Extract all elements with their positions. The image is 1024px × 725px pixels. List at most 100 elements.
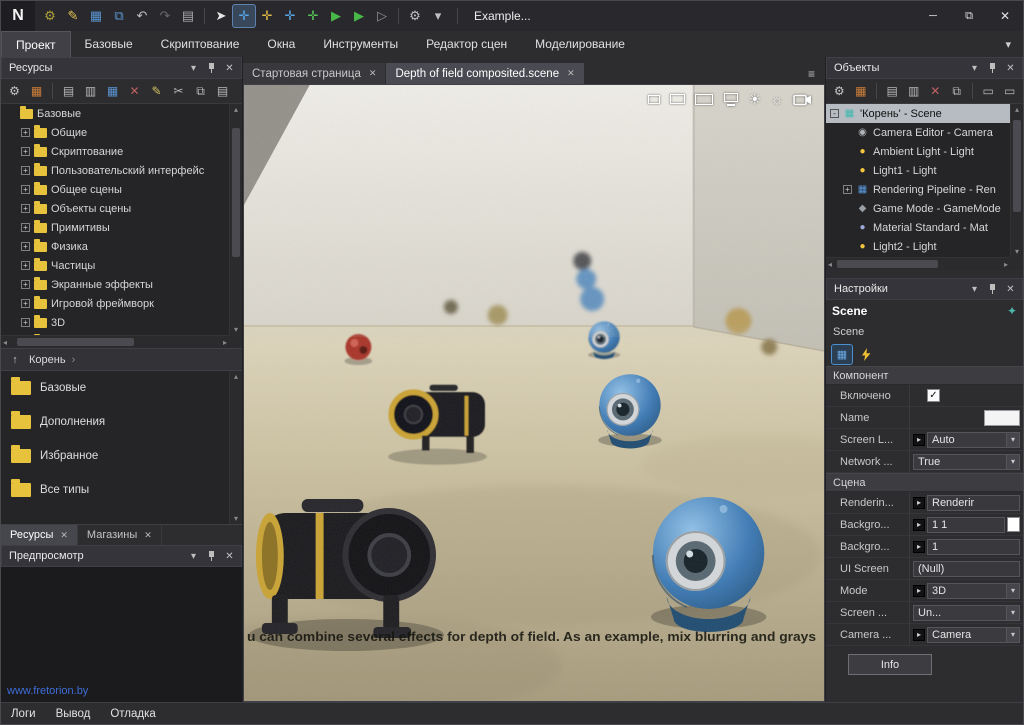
expander-icon[interactable]: + [21,166,30,175]
new-file-icon[interactable]: ▤ [58,81,79,102]
status-item-отладка[interactable]: Отладка [110,708,155,720]
paste-icon[interactable]: ▤ [212,81,233,102]
chevron-down-icon[interactable]: ▾ [186,549,201,564]
run-project-icon[interactable]: ▷ [371,5,393,27]
text-input[interactable]: 1 [927,539,1020,555]
dropdown[interactable]: Camera▾ [927,627,1020,643]
select-tool-icon[interactable]: ➤ [210,5,232,27]
pin-icon[interactable] [985,61,1000,76]
rotate-tool-icon[interactable]: ✛ [256,5,278,27]
objects-tree-vscrollbar[interactable]: ▴ ▾ [1010,104,1023,257]
menu-item-скриптование[interactable]: Скриптование [147,31,254,57]
checkbox[interactable]: ✓ [927,389,940,402]
document-tab[interactable]: Стартовая страница✕ [243,63,386,84]
text-input[interactable] [984,410,1020,426]
settings-window-icon[interactable]: ▭ [999,81,1020,102]
preview-link[interactable]: www.fretorion.by [7,685,88,697]
expander-icon[interactable]: + [21,223,30,232]
screen-size-large-icon[interactable] [695,94,713,105]
expander-button[interactable]: ▸ [913,497,925,509]
tools-menu-icon[interactable]: ⚙ [404,5,426,27]
tree-item[interactable]: +Примитивы [1,218,229,237]
delete-resource-icon[interactable]: ✕ [124,81,145,102]
events-tab-icon[interactable] [856,345,876,364]
objects-tree-hscrollbar[interactable]: ◂ ▸ [826,257,1010,270]
scroll-right-icon[interactable]: ▸ [221,337,229,348]
close-icon[interactable]: ✕ [1003,282,1018,297]
expander-icon[interactable]: + [21,185,30,194]
tree-item[interactable]: +Общее сцены [1,180,229,199]
tools-icon[interactable]: ⚙ [829,81,850,102]
cut-icon[interactable]: ✂ [168,81,189,102]
expander-icon[interactable]: + [21,204,30,213]
close-icon[interactable]: ✕ [60,530,68,541]
status-item-логи[interactable]: Логи [11,708,36,720]
expander-button[interactable]: ▸ [913,585,925,597]
close-icon[interactable]: ✕ [1003,61,1018,76]
color-swatch[interactable] [1007,517,1020,532]
scene-viewport[interactable]: u can combine several effects for depth … [243,85,825,702]
sun-dim-icon[interactable]: ☼ [771,93,783,106]
scroll-left-icon[interactable]: ◂ [826,259,834,270]
tree-item[interactable]: +Частицы [1,256,229,275]
dropdown[interactable]: 3D▾ [927,583,1020,599]
close-icon[interactable]: ✕ [222,61,237,76]
pin-icon[interactable] [985,282,1000,297]
modules-icon[interactable]: ▦ [26,81,47,102]
move-tool-icon[interactable]: ✛ [233,5,255,27]
expander-icon[interactable]: + [21,318,30,327]
scroll-left-icon[interactable]: ◂ [1,337,9,348]
tree-item[interactable]: +Физика [1,237,229,256]
new-resource-icon[interactable]: ✎ [62,5,84,27]
close-icon[interactable]: ✕ [567,68,575,79]
expander-icon[interactable]: + [21,147,30,156]
dock-tab-ресурсы[interactable]: Ресурсы✕ [1,525,78,545]
tree-item[interactable]: +Пользовательский интерфейс [1,161,229,180]
save-icon[interactable]: ▦ [85,5,107,27]
text-input[interactable]: 1 1 [927,517,1005,533]
info-button[interactable]: Info [848,654,932,675]
breadcrumb-root[interactable]: Корень [29,354,66,366]
chevron-down-icon[interactable]: ▾ [186,61,201,76]
screen-size-small-icon[interactable] [648,95,660,104]
expander-icon[interactable]: + [21,299,30,308]
screen-size-medium-icon[interactable] [670,94,685,104]
pin-icon[interactable] [204,549,219,564]
scale-tool-icon[interactable]: ✛ [279,5,301,27]
copy-icon[interactable]: ⧉ [190,81,211,102]
resources-tree-hscrollbar[interactable]: ◂ ▸ [1,335,229,348]
tree-item[interactable]: ◉Camera Editor - Camera [826,123,1010,142]
tree-item[interactable]: -▦'Корень' - Scene [826,104,1010,123]
tree-item[interactable]: +Скриптование [1,142,229,161]
tree-item[interactable]: +3D [1,313,229,332]
duplicate-object-icon[interactable]: ⧉ [946,81,967,102]
undo-icon[interactable]: ↶ [131,5,153,27]
list-item[interactable]: Избранное [1,439,229,473]
tools-icon[interactable]: ⚙ [4,81,25,102]
close-button[interactable]: ✕ [987,1,1023,31]
sun-bright-icon[interactable]: ☀ [749,92,762,106]
expander-button[interactable]: ▸ [913,629,925,641]
import-icon[interactable]: ▥ [80,81,101,102]
display-icon[interactable] [723,93,739,106]
menu-item-проект[interactable]: Проект [1,31,71,57]
dock-tab-магазины[interactable]: Магазины✕ [78,525,162,545]
scroll-right-icon[interactable]: ▸ [1002,259,1010,270]
list-item[interactable]: Дополнения [1,405,229,439]
pin-icon[interactable] [204,61,219,76]
tree-item[interactable]: ●Light1 - Light [826,161,1010,180]
expander-icon[interactable]: + [21,280,30,289]
tree-item[interactable]: +▦Rendering Pipeline - Ren [826,180,1010,199]
chevron-down-icon[interactable]: ▾ [967,61,982,76]
redo-icon[interactable]: ↷ [154,5,176,27]
scroll-up-icon[interactable]: ▴ [232,104,240,115]
dock-splitter[interactable] [826,270,1023,278]
text-input[interactable]: (Null) [913,561,1020,577]
groups-vscrollbar[interactable]: ▴ ▾ [229,371,242,524]
delete-object-icon[interactable]: ✕ [925,81,946,102]
expander-icon[interactable]: + [843,185,852,194]
menu-overflow-icon[interactable]: ▾ [993,31,1023,57]
play-scene-icon[interactable]: ▶ [348,5,370,27]
play-icon[interactable]: ▶ [325,5,347,27]
tree-item[interactable]: ●Ambient Light - Light [826,142,1010,161]
